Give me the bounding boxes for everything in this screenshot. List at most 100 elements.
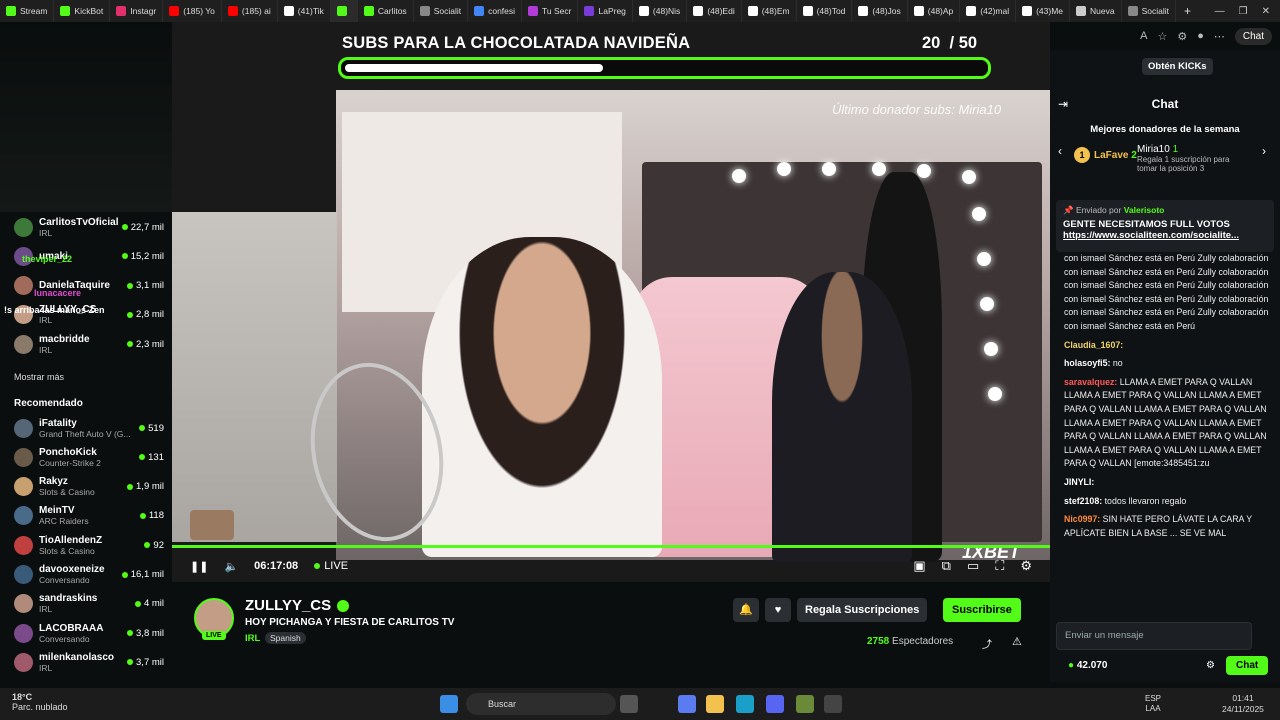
sidebar-channel[interactable]: PonchoKick Counter-Strike 2 131 [14,444,164,470]
extensions-icon[interactable]: ⚙ [1177,30,1187,43]
chat-input[interactable]: Enviar un mensaje [1056,622,1252,650]
top-donor-first: 1 LaFave 2 [1074,147,1137,163]
share-icon[interactable]: ⤴ [982,636,992,651]
start-icon[interactable] [440,695,458,713]
tab-favicon-icon [283,6,294,16]
language-indicator[interactable]: ESP LAA [1145,694,1161,714]
sidebar-channel[interactable]: iFatality Grand Theft Auto V (G... 519 [14,415,164,441]
sidebar-channel[interactable]: CarlitosTvOficial IRL 22,7 mil [14,214,164,240]
browser-tab[interactable]: (48)Edi [687,0,742,22]
video-player[interactable]: SUBS PARA LA CHOCOLATADA NAVIDEÑA 20 / 5… [172,22,1050,582]
browser-tab[interactable]: (43)Me [1016,0,1071,22]
obs-icon[interactable] [824,695,842,713]
browser-tab[interactable]: Carlitos [358,0,414,22]
browser-tab[interactable]: (185) ai [222,0,278,22]
copilot-chat-button[interactable]: Chat [1234,27,1272,45]
live-indicator[interactable]: LIVE [314,560,348,572]
browser-tab[interactable]: (185) Yo [163,0,222,22]
tab-label: confesi [488,6,516,16]
chat-username[interactable]: saravalquez: [1064,377,1117,387]
taskbar-search[interactable]: Buscar [466,693,616,715]
tab-favicon-icon [1127,6,1138,16]
chat-username[interactable]: Nic0997: [1064,514,1100,524]
get-kicks-button[interactable]: Obtén KICKs [1142,58,1213,75]
pause-icon[interactable]: ❚❚ [190,560,208,573]
new-tab-icon[interactable]: + [1176,4,1199,18]
browser-tab[interactable]: Stream [0,0,55,22]
file-explorer-icon[interactable] [706,695,724,713]
stream-category[interactable]: IRL [245,633,260,644]
restore-icon[interactable]: ❐ [1239,6,1248,17]
overlay-chat-line: theviper_22 [22,254,73,264]
app-icon[interactable] [796,695,814,713]
channel-name[interactable]: ZULLYY_CS [245,597,350,614]
edge-icon[interactable] [736,695,754,713]
task-view-icon[interactable] [620,695,638,713]
gift-subscriptions-button[interactable]: Regala Suscripciones [797,598,928,622]
weather-widget[interactable]: 18°C Parc. nublado [12,692,68,712]
more-menu-icon[interactable]: ⋯ [1214,30,1225,43]
browser-tab[interactable]: Instagr [110,0,164,22]
sidebar-channel[interactable]: davooxeneize Conversando 16,1 mil [14,562,164,588]
fullscreen-icon[interactable]: ⛶ [995,558,1004,574]
minimize-icon[interactable]: — [1215,6,1225,17]
browser-tab[interactable]: (41)Tik [278,0,331,22]
sidebar-channel[interactable]: MeinTV ARC Raiders 118 [14,503,164,529]
notification-bell-icon[interactable]: 🔔 [733,598,759,622]
clip-icon[interactable]: ⧉ [942,558,951,574]
follow-heart-icon[interactable]: ♥ [765,598,791,622]
channel-category: Slots & Casino [39,545,95,556]
chevron-left-icon[interactable]: ‹ [1058,144,1062,158]
stream-language-tag[interactable]: Spanish [265,632,306,644]
sidebar-channel[interactable]: milenkanolasco IRL 3,7 mil [14,649,164,675]
sidebar-channel[interactable]: TioAllendenZ Slots & Casino 92 [14,532,164,558]
browser-tab[interactable]: (48)Nis [633,0,688,22]
tab-favicon-icon [528,6,539,16]
sidebar-channel[interactable]: Rakyz Slots & Casino 1,9 mil [14,474,164,500]
pip-icon[interactable]: ▣ [913,558,925,574]
system-clock[interactable]: 01:41 24/11/2025 [1222,693,1264,715]
channel-avatar [14,334,33,354]
favorite-star-icon[interactable]: ☆ [1157,30,1167,43]
tab-label: (43)Me [1036,6,1064,16]
volume-icon[interactable]: 🔈 [224,560,238,573]
browser-tab[interactable]: Tu Secr [522,0,579,22]
browser-tab[interactable]: KickBot [54,0,111,22]
close-window-icon[interactable]: ✕ [1262,6,1270,17]
discord-icon[interactable] [766,695,784,713]
browser-tab[interactable]: LaPreg [578,0,633,22]
browser-tab[interactable]: (48)Tod [797,0,853,22]
sidebar-channel[interactable]: LACOBRAAA Conversando 3,8 mil [14,620,164,646]
browser-tab[interactable]: (42)mal [960,0,1017,22]
browser-tab[interactable]: Socialit [1122,0,1177,22]
browser-tab[interactable] [330,0,358,22]
browser-tab[interactable]: Socialit [414,0,469,22]
report-icon[interactable]: ⚠ [1012,635,1022,648]
chat-username[interactable]: holasoyfi5: [1064,358,1110,368]
browser-tab[interactable]: Nueva [1070,0,1122,22]
stream-title: HOY PICHANGA Y FIESTA DE CARLITOS TV [245,617,455,628]
sidebar-channel[interactable]: sandraskins IRL 4 mil [14,591,164,617]
browser-tab[interactable]: (48)Ap [908,0,961,22]
read-aloud-icon[interactable]: A [1140,30,1147,42]
copilot-icon[interactable] [678,695,696,713]
settings-gear-icon[interactable]: ⚙ [1020,558,1032,574]
browser-tab[interactable]: (48)Jos [852,0,908,22]
chat-send-button[interactable]: Chat [1226,656,1269,675]
subscribe-button[interactable]: Suscribirse [943,598,1021,622]
chat-message: saravalquez: LLAMA A EMET PARA Q VALLAN … [1064,376,1272,471]
chat-username[interactable]: stef2108: [1064,496,1102,506]
profile-avatar[interactable]: ● [1197,30,1204,42]
tab-label: LaPreg [598,6,626,16]
chat-settings-icon[interactable]: ⚙ [1206,660,1215,671]
chevron-right-icon[interactable]: › [1262,144,1266,158]
browser-tab[interactable]: (48)Em [742,0,797,22]
theater-mode-icon[interactable]: ▭ [967,558,979,574]
browser-tab[interactable]: confesi [468,0,523,22]
pinned-link[interactable]: https://www.socialiteen.com/socialite... [1063,230,1267,241]
sidebar-channel[interactable]: macbridde IRL 2,3 mil [14,331,164,357]
show-more-link[interactable]: Mostrar más [14,372,64,382]
playback-progress-bar[interactable] [172,545,1050,548]
chat-username[interactable]: Claudia_1607: [1064,340,1123,350]
chat-username[interactable]: JINYLI: [1064,477,1094,487]
